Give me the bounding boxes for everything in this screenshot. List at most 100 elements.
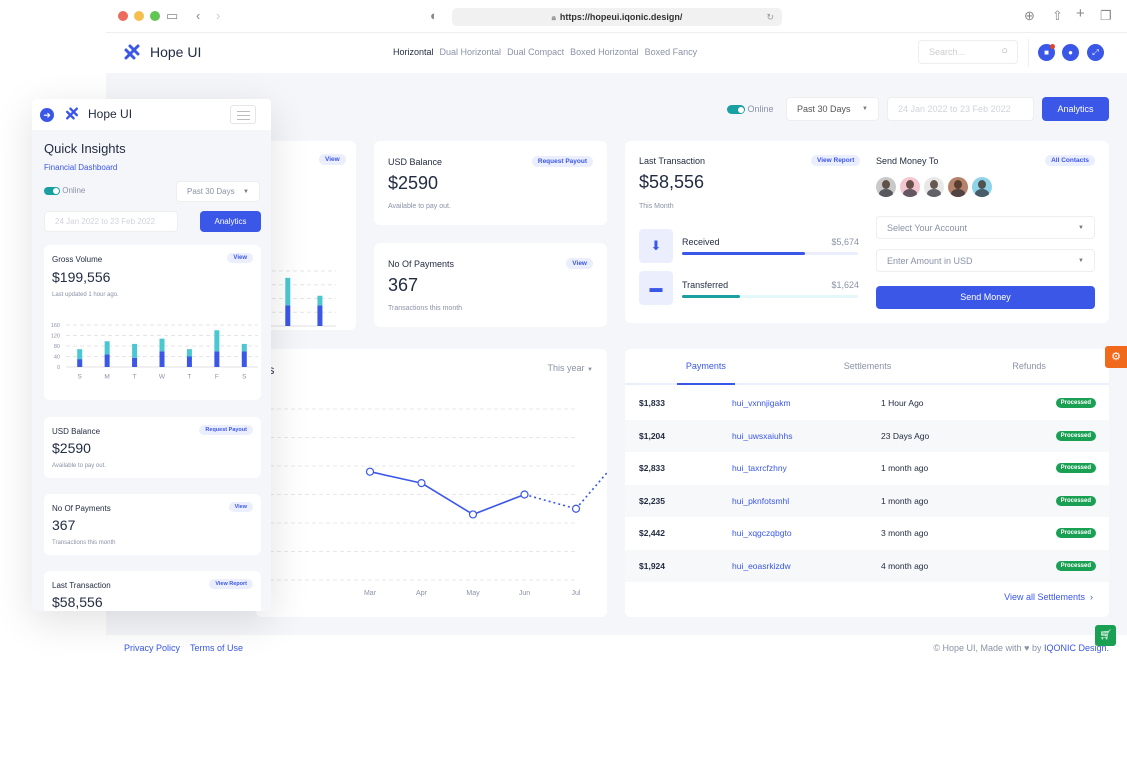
status-badge: Processed — [1055, 430, 1096, 441]
hamburger-menu-button[interactable] — [230, 105, 256, 124]
mobile-brand-logo[interactable]: Hope UI — [64, 106, 132, 121]
table-row[interactable]: $2,833 hui_taxrcfzhny 1 month ago Processed — [625, 452, 1109, 484]
received-amount: $5,674 — [831, 237, 859, 247]
nav-link-dual-horizontal[interactable]: Dual Horizontal — [440, 47, 502, 57]
line-segment — [369, 470, 422, 484]
transferred-label: Transferred — [682, 280, 729, 290]
search-input[interactable]: Search... ○ — [918, 40, 1018, 64]
cart-button[interactable]: ■ — [1038, 44, 1055, 61]
last-transaction-title: Last Transaction — [52, 581, 111, 590]
payments-view-button[interactable]: View — [566, 258, 593, 269]
online-toggle[interactable]: Online — [727, 104, 774, 115]
contact-avatar[interactable] — [948, 177, 968, 197]
table-row[interactable]: $1,204 hui_uwsxaiuhhs 23 Days Ago Processed — [625, 419, 1109, 452]
nav-link-dual-compact[interactable]: Dual Compact — [507, 47, 564, 57]
date-range-input[interactable]: 24 Jan 2022 to 23 Feb 2022 — [887, 97, 1034, 121]
mobile-date-input[interactable]: 24 Jan 2022 to 23 Feb 2022 — [44, 211, 178, 232]
mobile-range-select[interactable]: Past 30 Days ▼ — [176, 181, 260, 202]
download-icon[interactable]: ⊕ — [1024, 8, 1035, 24]
back-icon[interactable]: ‹ — [196, 8, 200, 23]
settings-float-button[interactable]: ⚙ — [1105, 346, 1127, 368]
tab-refunds[interactable]: Refunds — [948, 349, 1109, 383]
brand-name: Hope UI — [150, 44, 202, 60]
status-badge: Processed — [1055, 495, 1096, 506]
nav-link-boxed-horizontal[interactable]: Boxed Horizontal — [570, 47, 639, 57]
menu-line — [237, 115, 250, 116]
contact-avatar[interactable] — [972, 177, 992, 197]
bar-base — [241, 351, 247, 367]
share-icon[interactable]: ⇧ — [1052, 8, 1063, 24]
address-bar[interactable]: 🔒︎ https://hopeui.iqonic.design/ ↻ — [452, 8, 782, 26]
table-row[interactable]: $1,924 hui_eoasrkizdw 4 month ago Processed — [625, 549, 1109, 582]
terms-link[interactable]: Terms of Use — [190, 643, 243, 653]
sidebar-toggle-icon[interactable]: ▭ — [166, 8, 178, 24]
row-amount: $2,442 — [639, 528, 665, 538]
footer: Privacy Policy Terms of Use © Hope UI, M… — [106, 635, 1127, 665]
new-tab-icon[interactable]: + — [1076, 5, 1085, 22]
caret-down-icon: ▼ — [1078, 257, 1084, 264]
status-badge: Processed — [1055, 560, 1096, 571]
contact-avatar[interactable] — [900, 177, 920, 197]
row-transaction-id[interactable]: hui_vxnnjigakm — [732, 398, 791, 408]
request-payout-button[interactable]: Request Payout — [199, 425, 253, 435]
bar-base — [77, 359, 83, 367]
line-segment — [524, 493, 577, 510]
close-window-button[interactable] — [118, 11, 128, 21]
y-tick-label: 120 — [51, 334, 60, 340]
fullscreen-button[interactable]: ⤢ — [1087, 44, 1104, 61]
all-contacts-button[interactable]: All Contacts — [1045, 155, 1095, 166]
status-badge: Processed — [1055, 463, 1096, 473]
line-segment — [575, 471, 607, 510]
table-row[interactable]: $2,442 hui_xqgczqbgto 3 month ago Processed — [625, 517, 1109, 549]
row-amount: $2,235 — [639, 495, 665, 506]
row-transaction-id[interactable]: hui_xqgczqbgto — [732, 528, 792, 538]
view-report-button[interactable]: View Report — [811, 155, 861, 166]
usd-balance-value: $2590 — [52, 440, 91, 456]
user-button[interactable]: ● — [1062, 44, 1079, 61]
arrow-right-icon[interactable]: ➜ — [40, 108, 54, 122]
view-report-button[interactable]: View Report — [209, 579, 253, 589]
tabs-overview-icon[interactable]: ❐ — [1100, 8, 1112, 24]
minimize-window-button[interactable] — [134, 11, 144, 21]
row-time: 23 Days Ago — [881, 430, 930, 441]
toggle-switch[interactable] — [44, 186, 60, 195]
table-row[interactable]: $1,833 hui_vxnnjigakm 1 Hour Ago Processed — [625, 387, 1109, 419]
maximize-window-button[interactable] — [150, 11, 160, 21]
credit-text: © Hope UI, Made with ♥ by IQONIC Design. — [933, 643, 1109, 653]
analytics-button[interactable]: Analytics — [1042, 97, 1109, 121]
row-transaction-id[interactable]: hui_uwsxaiuhhs — [732, 431, 792, 441]
mobile-online-toggle[interactable]: Online — [44, 186, 85, 195]
request-payout-button[interactable]: Request Payout — [531, 156, 593, 167]
online-label: Online — [62, 186, 86, 195]
buy-float-button[interactable]: 🛒︎ — [1095, 625, 1116, 646]
range-select[interactable]: Past 30 Days ▼ — [786, 97, 879, 121]
bar-top — [132, 343, 138, 358]
send-money-button[interactable]: Send Money — [876, 286, 1095, 309]
row-transaction-id[interactable]: hui_pknfotsmhl — [732, 496, 789, 506]
brand-logo[interactable]: Hope UI — [122, 43, 201, 61]
mobile-analytics-button[interactable]: Analytics — [200, 211, 261, 232]
contact-avatar[interactable] — [924, 177, 944, 197]
privacy-policy-link[interactable]: Privacy Policy — [124, 643, 180, 653]
nav-link-horizontal[interactable]: Horizontal — [393, 47, 434, 57]
toggle-switch[interactable] — [727, 105, 745, 115]
payments-title: No Of Payments — [52, 504, 111, 513]
gear-icon: ⚙ — [1111, 351, 1121, 363]
shield-icon[interactable]: ◐ — [430, 8, 438, 23]
cart-icon: 🛒︎ — [1099, 630, 1112, 641]
bar-top — [317, 295, 323, 306]
reload-icon[interactable]: ↻ — [766, 8, 774, 26]
contact-avatar[interactable] — [876, 177, 896, 197]
table-row[interactable]: $2,235 hui_pknfotsmhl 1 month ago Processed — [625, 484, 1109, 517]
amount-input[interactable]: Enter Amount in USD ▼ — [876, 249, 1095, 272]
forward-icon[interactable]: › — [216, 8, 220, 23]
view-all-settlements-link[interactable]: View all Settlements › — [1004, 592, 1093, 602]
tab-settlements[interactable]: Settlements — [787, 349, 949, 383]
row-transaction-id[interactable]: hui_eoasrkizdw — [732, 561, 791, 571]
tab-payments[interactable]: Payments — [625, 349, 787, 383]
row-time: 1 Hour Ago — [881, 398, 924, 408]
nav-link-boxed-fancy[interactable]: Boxed Fancy — [645, 47, 698, 57]
row-transaction-id[interactable]: hui_taxrcfzhny — [732, 463, 787, 473]
payments-view-button[interactable]: View — [228, 502, 253, 512]
account-select[interactable]: Select Your Account ▼ — [876, 216, 1095, 239]
